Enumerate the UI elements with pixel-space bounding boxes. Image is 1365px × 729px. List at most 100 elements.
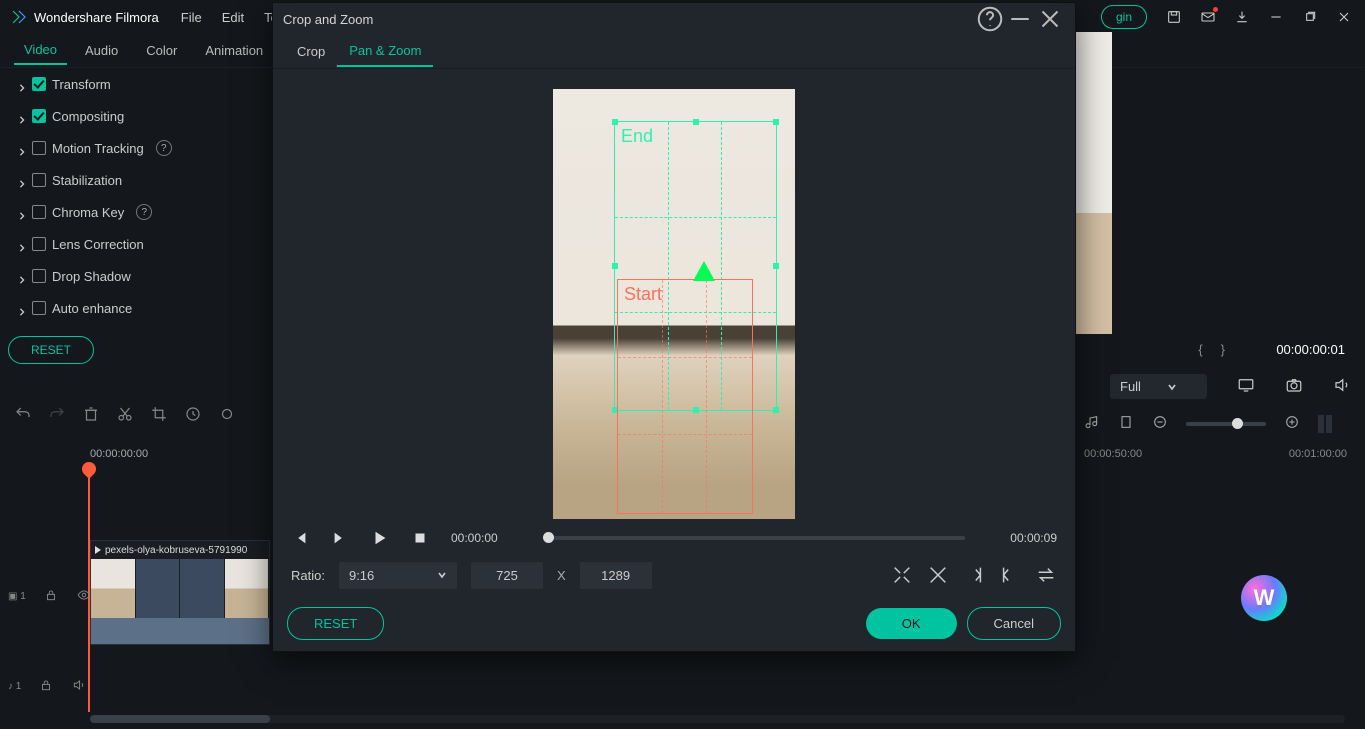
login-button[interactable]: gin bbox=[1101, 5, 1147, 29]
swap-icon[interactable] bbox=[927, 564, 949, 586]
wondershare-logo-icon[interactable]: W bbox=[1241, 575, 1287, 621]
playback-current-time: 00:00:00 bbox=[451, 531, 513, 545]
prop-compositing[interactable]: Compositing bbox=[0, 100, 274, 132]
checkbox-drop-shadow[interactable] bbox=[32, 269, 46, 283]
prop-label: Compositing bbox=[52, 109, 124, 124]
ratio-value: 9:16 bbox=[349, 568, 374, 583]
menu-edit[interactable]: Edit bbox=[212, 10, 254, 25]
tab-pan-zoom[interactable]: Pan & Zoom bbox=[337, 36, 433, 67]
visibility-icon[interactable] bbox=[76, 588, 92, 605]
stop-icon[interactable] bbox=[411, 529, 429, 547]
help-icon[interactable] bbox=[975, 3, 1005, 35]
modal-footer: RESET OK Cancel bbox=[273, 595, 1075, 651]
checkbox-stabilization[interactable] bbox=[32, 173, 46, 187]
brace-left[interactable]: { bbox=[1198, 342, 1202, 357]
width-input[interactable]: 725 bbox=[471, 562, 543, 589]
checkbox-motion-tracking[interactable] bbox=[32, 141, 46, 155]
chevron-right-icon bbox=[18, 80, 26, 88]
save-icon[interactable] bbox=[1157, 0, 1191, 34]
zoom-out-icon[interactable] bbox=[1152, 414, 1168, 433]
audio-track-icon: ♪ 1 bbox=[8, 681, 21, 692]
step-back-icon[interactable] bbox=[291, 529, 309, 547]
prop-lens-correction[interactable]: Lens Correction bbox=[0, 228, 274, 260]
zoom-in-icon[interactable] bbox=[1284, 414, 1300, 433]
tab-animation[interactable]: Animation bbox=[195, 37, 273, 64]
reset-button[interactable]: RESET bbox=[8, 336, 94, 364]
ratio-select[interactable]: 9:16 bbox=[339, 562, 457, 589]
crop-icon[interactable] bbox=[150, 405, 168, 423]
timeline-track-tools bbox=[14, 450, 42, 465]
tab-color[interactable]: Color bbox=[136, 37, 187, 64]
prop-chroma-key[interactable]: Chroma Key ? bbox=[0, 196, 274, 228]
video-track-icon: ▣ 1 bbox=[8, 591, 26, 602]
menu-file[interactable]: File bbox=[171, 10, 212, 25]
chevron-right-icon bbox=[18, 240, 26, 248]
height-input[interactable]: 1289 bbox=[580, 562, 652, 589]
step-forward-icon[interactable] bbox=[331, 529, 349, 547]
undo-icon[interactable] bbox=[14, 405, 32, 423]
preview-timecode: 00:00:00:01 bbox=[1276, 342, 1345, 357]
mail-icon[interactable] bbox=[1191, 0, 1225, 34]
cancel-button[interactable]: Cancel bbox=[967, 607, 1061, 640]
play-icon[interactable] bbox=[371, 529, 389, 547]
record-icon[interactable] bbox=[218, 405, 236, 423]
tab-crop[interactable]: Crop bbox=[285, 37, 337, 66]
chevron-right-icon bbox=[18, 112, 26, 120]
align-left-icon[interactable] bbox=[999, 564, 1021, 586]
app-logo-group: Wondershare Filmora bbox=[4, 8, 171, 26]
speaker-icon[interactable] bbox=[1333, 376, 1351, 397]
lock-icon[interactable] bbox=[44, 588, 58, 605]
swap-horizontal-icon[interactable] bbox=[1035, 564, 1057, 586]
zoom-slider[interactable] bbox=[1186, 422, 1266, 426]
checkbox-compositing[interactable] bbox=[32, 109, 46, 123]
close-icon[interactable] bbox=[1035, 3, 1065, 35]
minimize-icon[interactable] bbox=[1005, 3, 1035, 35]
checkbox-lens-correction[interactable] bbox=[32, 237, 46, 251]
monitor-icon[interactable] bbox=[1237, 376, 1255, 397]
prop-label: Chroma Key bbox=[52, 205, 124, 220]
help-icon[interactable]: ? bbox=[136, 204, 152, 220]
timeline-clip[interactable]: pexels-olya-kobruseva-5791990 bbox=[90, 540, 270, 645]
window-close-icon[interactable] bbox=[1327, 0, 1361, 34]
horizontal-scrollbar[interactable] bbox=[90, 715, 1345, 723]
quality-select[interactable]: Full bbox=[1110, 374, 1207, 399]
snapshot-icon[interactable] bbox=[1285, 376, 1303, 397]
start-frame[interactable]: Start bbox=[617, 279, 753, 514]
lock-icon[interactable] bbox=[39, 678, 53, 695]
checkbox-chroma-key[interactable] bbox=[32, 205, 46, 219]
ok-button[interactable]: OK bbox=[866, 608, 957, 639]
prop-drop-shadow[interactable]: Drop Shadow bbox=[0, 260, 274, 292]
music-icon[interactable] bbox=[1084, 414, 1100, 433]
app-name: Wondershare Filmora bbox=[34, 10, 159, 25]
clip-header: pexels-olya-kobruseva-5791990 bbox=[91, 541, 269, 559]
prop-transform[interactable]: Transform bbox=[0, 68, 274, 100]
prop-stabilization[interactable]: Stabilization bbox=[0, 164, 274, 196]
redo-icon[interactable] bbox=[48, 405, 66, 423]
help-icon[interactable]: ? bbox=[156, 140, 172, 156]
tab-video[interactable]: Video bbox=[14, 36, 67, 65]
checkbox-auto-enhance[interactable] bbox=[32, 301, 46, 315]
checkbox-transform[interactable] bbox=[32, 77, 46, 91]
clip-name: pexels-olya-kobruseva-5791990 bbox=[105, 545, 247, 556]
cut-icon[interactable] bbox=[116, 405, 134, 423]
speed-icon[interactable] bbox=[184, 405, 202, 423]
preview-canvas[interactable]: End Start bbox=[553, 89, 795, 519]
chevron-right-icon bbox=[18, 208, 26, 216]
ratio-controls: Ratio: 9:16 725 X 1289 bbox=[273, 555, 1075, 595]
modal-reset-button[interactable]: RESET bbox=[287, 607, 384, 640]
delete-icon[interactable] bbox=[82, 405, 100, 423]
window-minimize-icon[interactable] bbox=[1259, 0, 1293, 34]
download-icon[interactable] bbox=[1225, 0, 1259, 34]
prop-auto-enhance[interactable]: Auto enhance bbox=[0, 292, 274, 324]
center-icon[interactable] bbox=[891, 564, 913, 586]
speaker-icon[interactable] bbox=[71, 678, 87, 695]
tab-audio[interactable]: Audio bbox=[75, 37, 128, 64]
align-right-icon[interactable] bbox=[963, 564, 985, 586]
prop-motion-tracking[interactable]: Motion Tracking ? bbox=[0, 132, 274, 164]
marker-icon[interactable] bbox=[1118, 414, 1134, 433]
ruler-tick: 00:00:50:00 bbox=[1084, 448, 1142, 460]
playback-slider[interactable] bbox=[543, 536, 965, 540]
window-restore-icon[interactable] bbox=[1293, 0, 1327, 34]
brace-right[interactable]: } bbox=[1221, 342, 1225, 357]
fit-icon[interactable] bbox=[1318, 415, 1332, 433]
